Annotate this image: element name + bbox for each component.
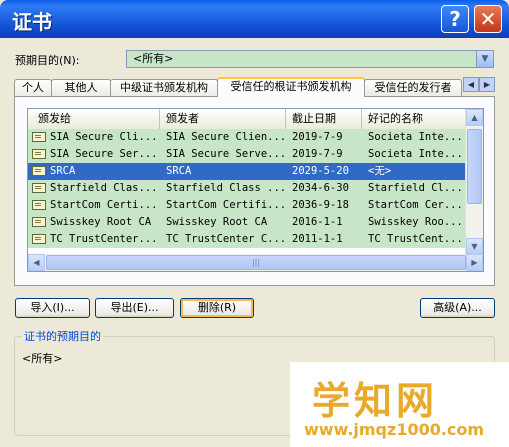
table-cell: Swisskey Root CA bbox=[50, 216, 152, 228]
table-row[interactable]: SIA Secure Cli... SIA Secure Clien... 2019… bbox=[28, 129, 466, 146]
column-header-friendly-name[interactable]: 好记的名称 bbox=[362, 109, 466, 129]
close-icon: ✕ bbox=[479, 7, 497, 31]
table-row[interactable]: SIA Secure Ser... SIA Secure Serve... 2019… bbox=[28, 146, 466, 163]
table-cell: SIA Secure Clien... bbox=[166, 131, 287, 143]
tab-scroll-buttons: ◀ ▶ bbox=[463, 77, 495, 92]
table-row[interactable]: StartCom Certi... StartCom Certifi... 2036… bbox=[28, 197, 466, 214]
table-cell: 2019-7-9 bbox=[292, 148, 343, 160]
scroll-up-icon[interactable]: ▲ bbox=[466, 109, 483, 126]
table-cell: Starfield Clas... bbox=[50, 182, 158, 194]
certificate-icon bbox=[32, 217, 46, 227]
certificate-icon bbox=[32, 166, 46, 176]
table-cell: 2019-7-9 bbox=[292, 131, 343, 143]
advanced-button[interactable]: 高级(A)... bbox=[420, 298, 495, 318]
tab-trusted-root-ca[interactable]: 受信任的根证书颁发机构 bbox=[217, 77, 365, 97]
tab-other-people[interactable]: 其他人 bbox=[51, 79, 111, 96]
table-cell: Societa Inte... bbox=[368, 131, 463, 143]
table-cell: StartCom Certifi... bbox=[166, 199, 287, 211]
export-button[interactable]: 导出(E)... bbox=[95, 298, 174, 318]
table-row[interactable]: SRCA SRCA 2029-5-20 <无> bbox=[28, 163, 466, 180]
purpose-combobox[interactable]: <所有> ▼ bbox=[126, 50, 494, 68]
table-cell: TC TrustCenter... bbox=[50, 233, 158, 245]
list-header: 颁发给 颁发者 截止日期 好记的名称 bbox=[28, 109, 466, 130]
table-cell: <无> bbox=[368, 165, 392, 177]
column-header-issued-to[interactable]: 颁发给 bbox=[28, 109, 160, 129]
table-cell: StartCom Certi... bbox=[50, 199, 158, 211]
watermark-title: 学知网 bbox=[312, 378, 439, 423]
table-cell: TC TrustCenter C... bbox=[166, 233, 287, 245]
table-cell: 2036-9-18 bbox=[292, 199, 349, 211]
table-cell: Swisskey Roo... bbox=[368, 216, 463, 228]
table-row[interactable]: Swisskey Root CA Swisskey Root CA 2016-1-1… bbox=[28, 214, 466, 231]
certificate-icon bbox=[32, 132, 46, 142]
title-bar: 证书 ? ✕ bbox=[0, 0, 509, 38]
certificate-icon bbox=[32, 234, 46, 244]
table-row[interactable]: TC TrustCenter... TC TrustCenter C... 2011… bbox=[28, 231, 466, 248]
column-header-issued-by[interactable]: 颁发者 bbox=[160, 109, 286, 129]
chevron-right-icon[interactable]: ▶ bbox=[479, 77, 495, 92]
scroll-right-icon[interactable]: ▶ bbox=[466, 254, 483, 271]
purpose-value: <所有> bbox=[133, 52, 174, 65]
table-cell: 2034-6-30 bbox=[292, 182, 349, 194]
window-title: 证书 bbox=[12, 10, 52, 34]
delete-button[interactable]: 删除(R) bbox=[180, 298, 254, 318]
chevron-down-icon[interactable]: ▼ bbox=[476, 51, 493, 67]
scroll-left-icon[interactable]: ◀ bbox=[28, 254, 45, 271]
table-cell: 2011-1-1 bbox=[292, 233, 343, 245]
table-cell: SIA Secure Cli... bbox=[50, 131, 158, 143]
import-button[interactable]: 导入(I)... bbox=[15, 298, 90, 318]
certificate-icon bbox=[32, 200, 46, 210]
help-button[interactable]: ? bbox=[441, 5, 469, 33]
table-cell: StartCom Cer... bbox=[368, 199, 463, 211]
vertical-scrollbar[interactable]: ▲ ▼ bbox=[465, 109, 483, 255]
table-cell: Starfield Cl... bbox=[368, 182, 463, 194]
table-cell: TC TrustCent... bbox=[368, 233, 463, 245]
close-button[interactable]: ✕ bbox=[474, 5, 502, 33]
list-rows: SIA Secure Cli... SIA Secure Clien... 2019… bbox=[28, 129, 466, 248]
table-cell: 2016-1-1 bbox=[292, 216, 343, 228]
certificate-icon bbox=[32, 183, 46, 193]
certificate-list[interactable]: 颁发给 颁发者 截止日期 好记的名称 SIA Secure Cli... SIA … bbox=[27, 108, 484, 272]
cert-purpose-title: 证书的预期目的 bbox=[22, 328, 103, 344]
horizontal-scroll-thumb[interactable]: ||| bbox=[46, 255, 466, 270]
table-cell: SIA Secure Ser... bbox=[50, 148, 158, 160]
table-cell: Swisskey Root CA bbox=[166, 216, 268, 228]
table-row[interactable]: Starfield Clas... Starfield Class ... 2034… bbox=[28, 180, 466, 197]
table-cell: SRCA bbox=[166, 165, 192, 177]
table-cell: 2029-5-20 bbox=[292, 165, 349, 177]
scroll-down-icon[interactable]: ▼ bbox=[466, 238, 483, 255]
table-cell: Societa Inte... bbox=[368, 148, 463, 160]
chevron-left-icon[interactable]: ◀ bbox=[463, 77, 479, 92]
tab-intermediate-ca[interactable]: 中级证书颁发机构 bbox=[110, 79, 218, 96]
certificate-icon bbox=[32, 149, 46, 159]
table-cell: SIA Secure Serve... bbox=[166, 148, 287, 160]
tab-personal[interactable]: 个人 bbox=[14, 79, 52, 96]
watermark-logo: 学知网 www.jmqz1000.com bbox=[290, 362, 509, 447]
tab-trusted-publishers[interactable]: 受信任的发行者 bbox=[364, 79, 462, 96]
watermark-url: www.jmqz1000.com bbox=[304, 420, 485, 439]
horizontal-scrollbar[interactable]: ◀ ||| ▶ bbox=[28, 254, 483, 271]
vertical-scroll-thumb[interactable] bbox=[467, 129, 482, 204]
column-header-expiration[interactable]: 截止日期 bbox=[286, 109, 362, 129]
cert-purpose-value: <所有> bbox=[22, 352, 63, 365]
help-icon: ? bbox=[449, 7, 461, 31]
table-cell: Starfield Class ... bbox=[166, 182, 287, 194]
table-cell: SRCA bbox=[50, 165, 76, 177]
purpose-label: 预期目的(N): bbox=[15, 54, 80, 67]
